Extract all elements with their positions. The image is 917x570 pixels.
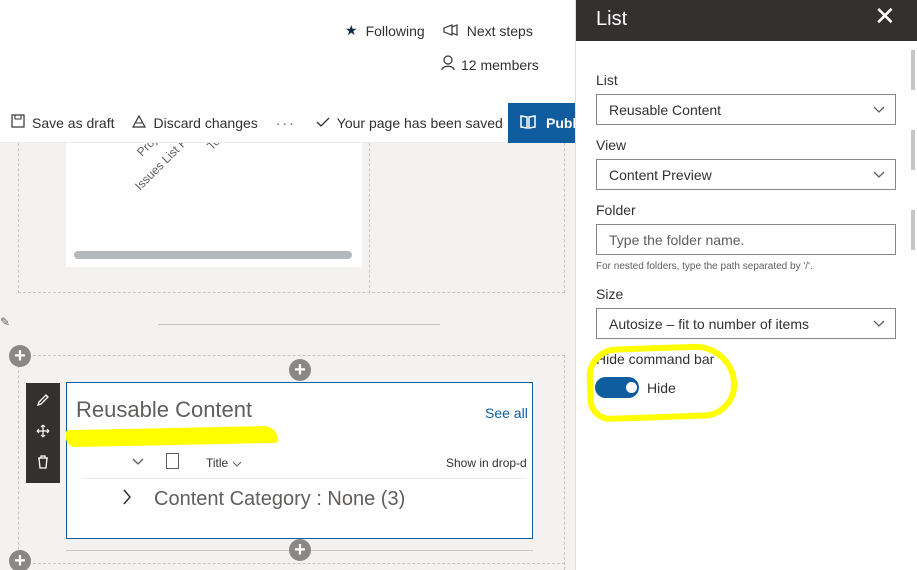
edit-webpart-icon[interactable] [36, 393, 50, 411]
panel-header: List ✕ [576, 0, 917, 41]
add-section-icon[interactable]: + [9, 550, 31, 570]
collapse-all-icon[interactable] [132, 455, 144, 469]
checkmark-icon [316, 115, 330, 131]
person-icon [441, 55, 455, 74]
view-field-label: View [596, 137, 627, 153]
following-label: Following [365, 22, 425, 39]
size-dropdown[interactable]: Autosize – fit to number of items [596, 308, 896, 339]
members-button[interactable]: 12 members [441, 55, 539, 74]
following-button[interactable]: ★ Following [345, 22, 425, 39]
list-column-headers: Title Show in drop-d [82, 449, 526, 479]
save-draft-label: Save as draft [32, 114, 115, 131]
chart-axis-label: To [204, 143, 223, 153]
move-webpart-icon[interactable] [36, 424, 50, 442]
webpart-toolbar [26, 383, 60, 483]
publish-label: Publish [546, 115, 575, 131]
divider-webpart [158, 324, 440, 325]
list-field-label: List [596, 72, 618, 88]
discard-changes-button[interactable]: Discard changes [131, 114, 258, 131]
save-icon [11, 114, 25, 131]
folder-field-label: Folder [596, 202, 636, 218]
delete-webpart-icon[interactable] [37, 454, 49, 473]
book-icon [520, 114, 536, 132]
save-status: Your page has been saved [316, 115, 503, 131]
members-label: 12 members [461, 56, 539, 73]
toggle-state-label: Hide [647, 380, 676, 396]
chevron-down-icon [873, 315, 885, 331]
scroll-segment [911, 210, 915, 250]
chevron-down-icon [232, 461, 241, 467]
horizontal-scrollbar[interactable] [74, 251, 352, 259]
panel-title: List [596, 8, 628, 30]
edit-icon[interactable]: ✎ [0, 315, 12, 329]
document-type-icon [166, 453, 179, 469]
discard-icon [131, 114, 147, 131]
discard-label: Discard changes [153, 114, 258, 131]
command-bar: Save as draft Discard changes ··· Your p… [0, 103, 575, 143]
list-dropdown-value: Reusable Content [609, 101, 722, 118]
see-all-link[interactable]: See all [485, 405, 528, 421]
more-options-button[interactable]: ··· [276, 115, 296, 131]
size-dropdown-value: Autosize – fit to number of items [609, 315, 809, 332]
section-tools: ✎ [0, 315, 12, 329]
group-label: Content Category : None (3) [154, 488, 406, 510]
next-steps-label: Next steps [466, 22, 533, 39]
next-steps-button[interactable]: Next steps [443, 22, 533, 39]
view-dropdown[interactable]: Content Preview [596, 159, 896, 190]
column-title-label: Title [206, 456, 229, 470]
page-header-actions: ★ Following Next steps [345, 22, 533, 39]
webpart-title: Reusable Content [76, 397, 253, 422]
list-dropdown[interactable]: Reusable Content [596, 94, 896, 125]
section-bottom-dash [18, 563, 565, 564]
add-webpart-icon[interactable]: + [289, 359, 311, 381]
column-header-show[interactable]: Show in drop-d [446, 456, 526, 470]
add-section-icon[interactable]: + [9, 345, 31, 367]
property-panel: List ✕ List Reusable Content View Conten… [575, 0, 917, 570]
save-status-label: Your page has been saved [336, 114, 503, 131]
panel-scrollbar[interactable] [911, 50, 915, 350]
publish-button[interactable]: Publish [508, 103, 575, 143]
chart-webpart[interactable]: Projec Issues List Fou To [66, 143, 362, 267]
folder-help-text: For nested folders, type the path separa… [596, 261, 813, 272]
column-header-title[interactable]: Title [206, 456, 242, 470]
column-divider [369, 143, 370, 293]
toggle-knob [626, 382, 637, 393]
megaphone-icon [443, 23, 459, 39]
more-icon: ··· [275, 114, 296, 131]
group-header[interactable]: Content Category : None (3) [122, 488, 405, 511]
view-dropdown-value: Content Preview [609, 166, 712, 183]
scroll-segment [911, 50, 915, 90]
chevron-down-icon [873, 166, 885, 182]
folder-input[interactable] [596, 224, 896, 255]
scroll-segment [911, 130, 915, 170]
star-icon: ★ [345, 22, 358, 38]
save-draft-button[interactable]: Save as draft [11, 114, 115, 131]
chevron-right-icon[interactable] [122, 488, 132, 511]
chevron-down-icon [873, 101, 885, 117]
close-icon[interactable]: ✕ [874, 3, 896, 29]
add-webpart-icon[interactable]: + [289, 539, 311, 561]
size-field-label: Size [596, 286, 624, 302]
